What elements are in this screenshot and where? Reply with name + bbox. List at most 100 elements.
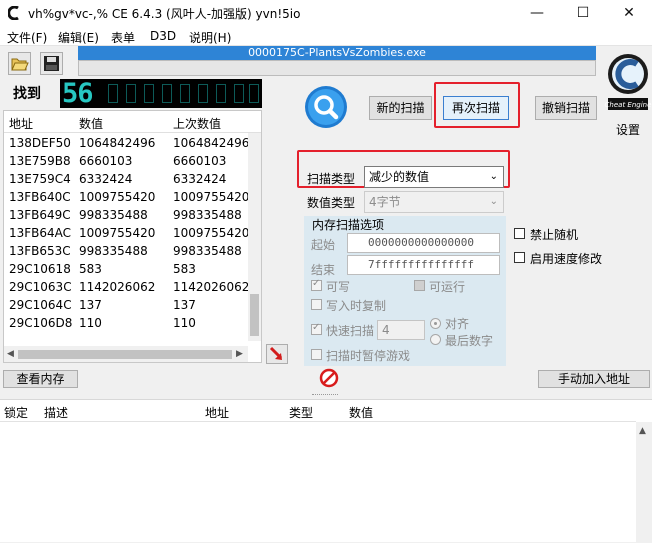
radio-dot-icon [434,322,437,325]
save-icon [44,56,59,71]
splitter-grip[interactable] [312,394,338,396]
table-row[interactable]: 13E759C4 6332424 6332424 [4,171,249,189]
pause-game-checkbox[interactable] [311,349,322,360]
cheat-engine-logo-icon[interactable]: Cheat Engine [604,48,652,118]
unrandomizer-checkbox[interactable] [514,228,525,239]
scan-type-value: 减少的数值 [369,170,430,184]
save-button[interactable] [40,52,63,75]
settings-label[interactable]: 设置 [616,121,640,138]
results-vertical-scroll-thumb[interactable] [250,294,259,336]
scan-progress-bar [78,60,596,76]
menu-help[interactable]: 说明(H) [189,29,231,46]
speedhack-checkbox[interactable] [514,252,525,263]
menu-edit[interactable]: 编辑(E) [58,29,99,46]
results-header: 地址 数值 上次数值 [4,111,261,133]
col-active[interactable]: 锁定 [4,404,28,421]
lcd-digit [180,84,190,103]
close-button[interactable]: ✕ [606,0,652,26]
align-radio[interactable] [430,318,441,329]
row-value: 1009755420 [79,226,156,240]
copy-on-write-checkbox[interactable] [311,299,322,310]
table-row[interactable]: 29C106D8 110 110 [4,315,249,333]
col-value[interactable]: 数值 [349,404,373,421]
results-horizontal-scroll-thumb[interactable] [18,350,232,359]
end-address-input[interactable]: 7fffffffffffffff [347,255,500,275]
minimize-button[interactable]: — [514,0,560,26]
row-value: 6660103 [79,154,133,168]
address-list-scrollbar[interactable]: ▲ [636,422,652,543]
table-row[interactable]: 13FB640C 1009755420 1009755420 [4,189,249,207]
scroll-up-icon[interactable]: ▲ [639,426,646,436]
new-scan-button[interactable]: 新的扫描 [369,96,432,120]
menu-d3d[interactable]: D3D [150,29,176,43]
lcd-digit [144,84,154,103]
checkmark-icon: ✓ [312,322,321,333]
row-value: 1009755420 [79,190,156,204]
row-address: 13E759C4 [9,172,71,186]
row-address: 29C1064C [9,298,72,312]
value-type-select[interactable]: 4字节 ⌄ [364,191,504,213]
table-row[interactable]: 138DEF50 1064842496 1064842496 [4,135,249,153]
lcd-digit [198,84,208,103]
table-row[interactable]: 13E759B8 6660103 6660103 [4,153,249,171]
scan-results-list[interactable]: 地址 数值 上次数值 138DEF50 1064842496 106484249… [3,110,262,363]
row-value: 998335488 [79,244,148,258]
start-address-input[interactable]: 0000000000000000 [347,233,500,253]
row-previous: 6332424 [173,172,227,186]
table-row[interactable]: 29C1064C 137 137 [4,297,249,315]
table-row[interactable]: 13FB64AC 1009755420 1009755420 [4,225,249,243]
row-value: 137 [79,298,102,312]
row-previous: 583 [173,262,196,276]
executable-checkbox[interactable] [414,280,425,291]
table-row[interactable]: 13FB649C 998335488 998335488 [4,207,249,225]
col-description[interactable]: 描述 [44,404,68,421]
table-row[interactable]: 29C1063C 1142026062 1142026062 [4,279,249,297]
start-label: 起始 [311,238,336,252]
fast-scan-alignment-input[interactable]: 4 [377,320,425,340]
col-value[interactable]: 数值 [79,115,103,132]
found-count-display: 56 [60,79,262,108]
value-type-value: 4字节 [369,195,401,209]
row-address: 13FB653C [9,244,71,258]
maximize-button[interactable]: ☐ [560,0,606,26]
undo-scan-button[interactable]: 撤销扫描 [535,96,597,120]
view-memory-button[interactable]: 查看内存 [3,370,78,388]
fast-scan-checkbox[interactable]: ✓ [311,322,322,335]
scan-type-select[interactable]: 减少的数值 ⌄ [364,166,504,188]
memory-options-title: 内存扫描选项 [312,218,385,232]
end-label: 结束 [311,263,336,277]
last-digits-radio[interactable] [430,334,441,345]
open-process-button[interactable] [8,52,31,75]
align-label: 对齐 [445,317,470,331]
writable-checkbox[interactable]: ✓ [311,278,322,291]
row-previous: 998335488 [173,208,242,222]
menu-table[interactable]: 表单 [111,29,135,46]
value-type-label: 数值类型 [307,196,356,210]
add-to-list-button[interactable] [266,344,288,364]
row-address: 13E759B8 [9,154,71,168]
pause-game-label: 扫描时暂停游戏 [326,349,411,363]
copy-on-write-label: 写入时复制 [326,299,387,313]
row-address: 13FB640C [9,190,71,204]
scroll-left-icon[interactable]: ◀ [7,349,14,359]
menu-file[interactable]: 文件(F) [7,29,47,46]
table-row[interactable]: 29C10618 583 583 [4,261,249,279]
folder-open-icon [11,58,29,71]
checkmark-icon: ✓ [312,278,321,289]
row-value: 1142026062 [79,280,156,294]
address-list[interactable]: 锁定 描述 地址 类型 数值 ▲ [0,399,652,543]
col-type[interactable]: 类型 [289,404,313,421]
stop-icon[interactable] [319,368,339,388]
col-previous[interactable]: 上次数值 [173,115,221,132]
row-previous: 6660103 [173,154,227,168]
found-count: 56 [62,78,94,109]
next-scan-button[interactable]: 再次扫描 [443,96,509,120]
memory-scan-options-panel: 内存扫描选项 起始 0000000000000000 结束 7fffffffff… [304,216,506,366]
col-address[interactable]: 地址 [205,404,229,421]
add-address-manually-button[interactable]: 手动加入地址 [538,370,650,388]
row-previous: 998335488 [173,244,242,258]
table-row[interactable]: 13FB653C 998335488 998335488 [4,243,249,261]
col-address[interactable]: 地址 [9,115,33,132]
last-digits-label: 最后数字 [445,334,494,348]
scroll-right-icon[interactable]: ▶ [236,349,243,359]
